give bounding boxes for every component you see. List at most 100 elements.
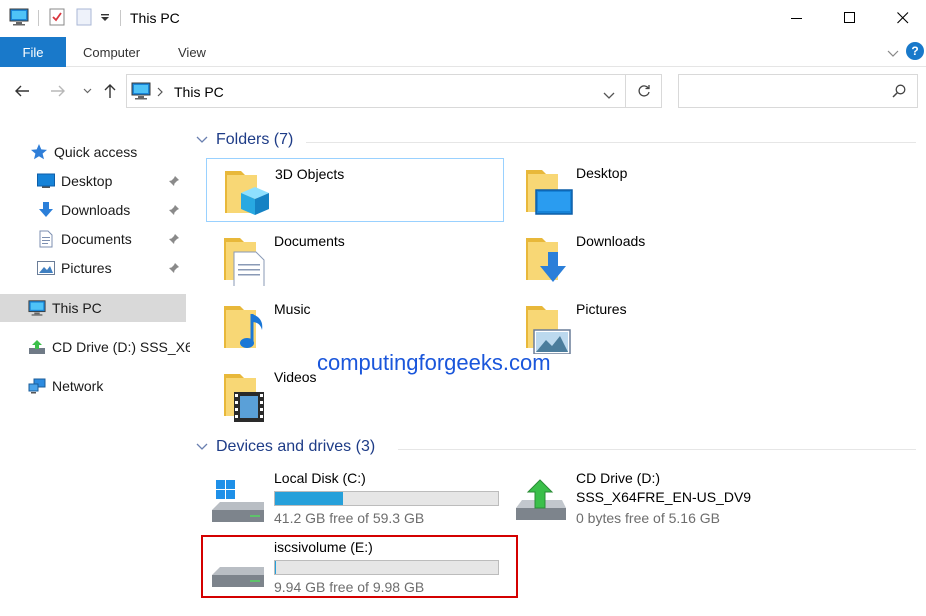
search-input[interactable]: [685, 81, 885, 101]
close-icon: [897, 12, 909, 24]
sidebar-item-documents[interactable]: Documents: [0, 225, 190, 253]
windows-drive-icon: [212, 480, 264, 522]
pin-icon[interactable]: [168, 203, 180, 219]
sidebar-item-desktop[interactable]: Desktop: [0, 167, 190, 195]
refresh-icon: [637, 85, 650, 97]
back-button[interactable]: [12, 80, 32, 102]
folder-tile-desktop[interactable]: Desktop: [508, 158, 806, 222]
sidebar-item-label: CD Drive (D:) SSS_X64: [52, 339, 190, 355]
sidebar-item-quick-access[interactable]: Quick access: [0, 138, 190, 166]
drive-usage-bar: [274, 491, 499, 506]
folder-tile-3d-objects[interactable]: 3D Objects: [206, 158, 504, 222]
title-bar: This PC: [0, 0, 926, 36]
breadcrumb[interactable]: This PC: [174, 84, 224, 100]
this-pc-icon[interactable]: [9, 8, 29, 29]
maximize-icon: [844, 12, 855, 23]
forward-button[interactable]: [48, 80, 68, 102]
chevron-down-icon: [196, 438, 208, 456]
cd-drive-icon: [28, 338, 46, 356]
folder-label: Desktop: [576, 165, 628, 181]
up-button[interactable]: [100, 80, 120, 102]
sidebar-item-label: Documents: [61, 231, 132, 247]
sidebar-item-cd-drive[interactable]: CD Drive (D:) SSS_X64: [0, 333, 190, 361]
maximize-button[interactable]: [827, 0, 873, 36]
cd-drive-icon: [516, 479, 566, 520]
properties-icon[interactable]: [49, 8, 65, 29]
help-button[interactable]: ?: [906, 42, 924, 60]
sidebar-item-label: Downloads: [61, 202, 131, 218]
star-icon: [30, 143, 48, 161]
folder-label: Music: [274, 301, 311, 317]
refresh-button[interactable]: [626, 74, 662, 108]
chevron-down-icon: [83, 88, 91, 94]
folder-label: Documents: [274, 233, 345, 249]
downloads-icon: [37, 201, 55, 219]
chevron-down-icon: [196, 131, 208, 149]
drive-tile-cd-drive-d[interactable]: CD Drive (D:) SSS_X64FRE_EN-US_DV9 0 byt…: [508, 470, 818, 534]
highlight-box: [201, 535, 518, 598]
tab-file[interactable]: File: [0, 37, 66, 67]
group-title: Devices and drives (3): [216, 438, 376, 455]
sidebar-item-network[interactable]: Network: [0, 372, 190, 400]
documents-icon: [224, 238, 265, 286]
downloads-icon: [526, 238, 566, 282]
sidebar-item-pictures[interactable]: Pictures: [0, 254, 190, 282]
group-title: Folders (7): [216, 131, 294, 148]
folder-tile-pictures[interactable]: Pictures: [508, 294, 806, 358]
drive-label: CD Drive (D:): [576, 470, 660, 486]
new-folder-icon[interactable]: [76, 8, 92, 29]
drive-free-space: 41.2 GB free of 59.3 GB: [274, 510, 425, 526]
group-header-devices[interactable]: Devices and drives (3): [196, 438, 375, 456]
documents-icon: [37, 230, 55, 248]
videos-icon: [224, 374, 264, 422]
minimize-icon: [791, 18, 802, 19]
desktop-icon: [526, 170, 573, 215]
folder-label: Downloads: [576, 233, 646, 249]
folder-tile-downloads[interactable]: Downloads: [508, 226, 806, 290]
folder-tile-music[interactable]: Music: [206, 294, 504, 358]
drive-free-space: 0 bytes free of 5.16 GB: [576, 510, 720, 526]
customize-quick-access-icon[interactable]: [100, 11, 110, 26]
pin-icon[interactable]: [168, 261, 180, 277]
3d-objects-icon: [225, 171, 269, 215]
folder-label: 3D Objects: [275, 166, 345, 182]
breadcrumb-chevron-icon[interactable]: [156, 85, 164, 100]
sidebar-item-this-pc[interactable]: This PC: [0, 294, 186, 322]
pictures-icon: [526, 306, 571, 354]
pictures-icon: [37, 259, 55, 277]
folder-label: Pictures: [576, 301, 627, 317]
recent-locations-button[interactable]: [80, 80, 94, 102]
this-pc-icon: [131, 82, 151, 103]
network-icon: [28, 377, 46, 395]
expand-ribbon-icon[interactable]: [887, 46, 899, 61]
chevron-down-icon: [603, 92, 615, 99]
arrow-right-icon: [51, 85, 65, 97]
folder-tile-documents[interactable]: Documents: [206, 226, 504, 290]
sidebar-item-downloads[interactable]: Downloads: [0, 196, 190, 224]
address-history-button[interactable]: [603, 88, 615, 103]
pin-icon[interactable]: [168, 174, 180, 190]
sidebar-item-label: Network: [52, 378, 104, 394]
pin-icon[interactable]: [168, 232, 180, 248]
address-bar[interactable]: This PC: [126, 74, 626, 108]
search-box[interactable]: [678, 74, 918, 108]
arrow-up-icon: [104, 84, 116, 98]
tab-view[interactable]: View: [178, 45, 206, 60]
window-title: This PC: [130, 10, 180, 26]
drive-volume-label: SSS_X64FRE_EN-US_DV9: [576, 489, 752, 505]
search-icon[interactable]: [892, 84, 906, 101]
tab-computer[interactable]: Computer: [83, 45, 140, 60]
drive-tile-local-disk-c[interactable]: Local Disk (C:) 41.2 GB free of 59.3 GB: [206, 470, 516, 534]
close-button[interactable]: [880, 0, 926, 36]
sidebar-item-label: Quick access: [54, 144, 138, 160]
group-header-folders[interactable]: Folders (7): [196, 131, 293, 149]
music-icon: [224, 306, 263, 348]
sidebar-item-label: Desktop: [61, 173, 113, 189]
ribbon-tabs: File Computer View ?: [0, 37, 926, 67]
navigation-pane: Quick access Desktop Downloads Documents…: [0, 130, 190, 616]
minimize-button[interactable]: [774, 0, 820, 36]
folder-label: Videos: [274, 369, 317, 385]
drive-usage-fill: [275, 492, 343, 505]
arrow-left-icon: [15, 85, 29, 97]
watermark-text: computingforgeeks.com: [317, 350, 551, 375]
